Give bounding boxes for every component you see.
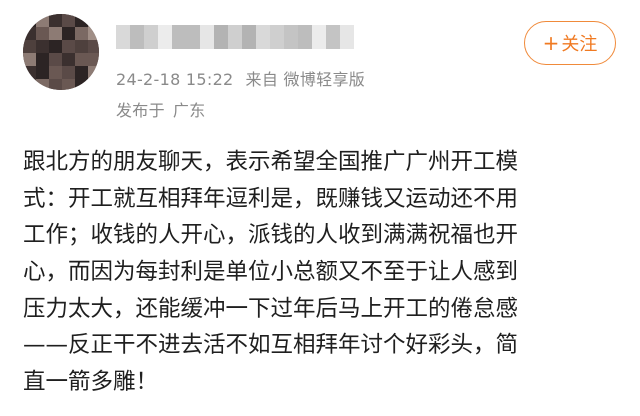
username-pixel <box>340 25 354 49</box>
username-pixel <box>228 25 242 49</box>
post-timestamp: 24-2-18 15:22 <box>116 70 234 89</box>
avatar-pixel <box>49 40 62 53</box>
username-pixel <box>298 25 312 49</box>
username-pixel <box>186 25 200 49</box>
username-pixel <box>116 25 130 49</box>
avatar-pixel <box>23 27 36 40</box>
avatar-pixel <box>23 14 36 27</box>
post-body: 跟北方的朋友聊天，表示希望全国推广广州开工模 式：开工就互相拜年逗利是，既赚钱又… <box>23 144 623 401</box>
avatar-pixel <box>75 66 88 79</box>
avatar-pixel <box>75 53 88 66</box>
avatar-pixel <box>62 27 75 40</box>
avatar-pixel <box>23 79 36 90</box>
avatar-pixel <box>23 66 36 79</box>
post-source[interactable]: 微博轻享版 <box>284 70 366 89</box>
post-body-line: ——反正干不进去活不如互相拜年讨个好彩头，简 <box>23 332 519 359</box>
avatar-pixel <box>88 79 99 90</box>
avatar-pixel <box>62 53 75 66</box>
username-pixel <box>200 25 214 49</box>
post-source-prefix: 来自 <box>245 70 279 89</box>
avatar-pixel <box>75 27 88 40</box>
avatar-pixel <box>23 40 36 53</box>
avatar-pixel <box>88 53 99 66</box>
avatar-pixel <box>36 79 49 90</box>
avatar-pixel <box>49 27 62 40</box>
post-body-line: 心，而因为每封利是单位小总额又不至于让人感到 <box>23 259 519 286</box>
avatar-pixel <box>75 79 88 90</box>
username-pixel <box>242 25 256 49</box>
avatar-pixel <box>36 40 49 53</box>
avatar-pixel <box>62 79 75 90</box>
author-avatar[interactable] <box>23 14 99 90</box>
avatar-pixel <box>49 79 62 90</box>
avatar-pixel <box>88 14 99 27</box>
post-location: 发布于 广东 <box>116 97 206 121</box>
author-name-blurred[interactable] <box>116 25 361 49</box>
username-pixel <box>130 25 144 49</box>
username-pixel <box>144 25 158 49</box>
plus-icon: + <box>542 31 560 55</box>
post-body-line: 工作；收钱的人开心，派钱的人收到满满祝福也开 <box>23 222 519 249</box>
username-pixel <box>270 25 284 49</box>
avatar-pixel <box>36 66 49 79</box>
username-pixel <box>284 25 298 49</box>
follow-button[interactable]: + 关注 <box>524 21 616 65</box>
post-body-line: 跟北方的朋友聊天，表示希望全国推广广州开工模 <box>23 149 519 175</box>
avatar-pixel <box>88 40 99 53</box>
avatar-pixel <box>49 66 62 79</box>
avatar-pixel <box>62 40 75 53</box>
username-pixel <box>172 25 186 49</box>
post-body-line: 式：开工就互相拜年逗利是，既赚钱又运动还不用 <box>23 185 519 212</box>
avatar-pixel <box>36 27 49 40</box>
avatar-pixel <box>49 14 62 27</box>
post-body-line: 压力太大，还能缓冲一下过年后马上开工的倦怠感 <box>23 295 519 322</box>
username-pixel <box>158 25 172 49</box>
username-pixel <box>312 25 326 49</box>
weibo-post-card: + 关注 24-2-18 15:22 来自 微博轻享版 发布于 广东 跟北方的朋友聊… <box>0 0 640 416</box>
username-pixel <box>256 25 270 49</box>
avatar-pixel <box>62 14 75 27</box>
avatar-pixel <box>36 53 49 66</box>
post-location-prefix: 发布于 <box>116 101 165 120</box>
username-pixel <box>214 25 228 49</box>
avatar-pixel <box>49 53 62 66</box>
avatar-pixel <box>75 40 88 53</box>
follow-button-label: 关注 <box>561 34 598 55</box>
avatar-pixel <box>88 27 99 40</box>
avatar-pixel <box>23 53 36 66</box>
post-body-line: 直一箭多雕！ <box>23 369 159 396</box>
post-meta: 24-2-18 15:22 来自 微博轻享版 <box>116 66 365 90</box>
username-pixel <box>326 25 340 49</box>
avatar-pixel <box>62 66 75 79</box>
post-location-value: 广东 <box>172 101 206 120</box>
avatar-pixel <box>75 14 88 27</box>
avatar-pixel <box>36 14 49 27</box>
avatar-pixel <box>88 66 99 79</box>
